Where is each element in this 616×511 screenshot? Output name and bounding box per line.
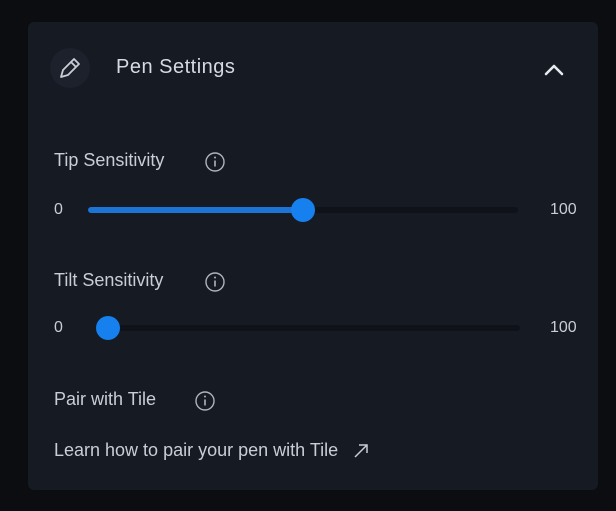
tilt-sensitivity-thumb[interactable]: [96, 316, 120, 340]
tilt-sensitivity-slider[interactable]: [96, 316, 520, 340]
tip-sensitivity-min: 0: [54, 201, 63, 218]
pen-icon: [50, 48, 90, 88]
pair-with-tile-label: Pair with Tile: [54, 389, 157, 409]
panel-title: Pen Settings: [116, 56, 236, 78]
tilt-sensitivity-info-icon[interactable]: [204, 271, 226, 293]
tip-sensitivity-fill: [88, 207, 303, 213]
tilt-sensitivity-label: Tilt Sensitivity: [54, 270, 164, 290]
chevron-up-icon: [544, 64, 564, 76]
tip-sensitivity-info-icon[interactable]: [204, 151, 226, 173]
tilt-sensitivity-max: 100: [550, 319, 577, 336]
collapse-button[interactable]: [536, 52, 572, 88]
tip-sensitivity-thumb[interactable]: [291, 198, 315, 222]
app-frame: Pen Settings Tip Sensitivity 0 100 Tilt …: [0, 0, 616, 511]
tip-sensitivity-max: 100: [550, 201, 577, 218]
external-link-icon: [354, 444, 368, 458]
tilt-sensitivity-min: 0: [54, 319, 63, 336]
pair-tile-link-text: Learn how to pair your pen with Tile: [54, 440, 339, 460]
tip-sensitivity-slider[interactable]: [88, 198, 518, 222]
pair-tile-link[interactable]: Learn how to pair your pen with Tile: [54, 440, 370, 461]
panel-header[interactable]: Pen Settings: [28, 22, 598, 116]
pair-info-icon[interactable]: [194, 390, 216, 412]
tip-sensitivity-label: Tip Sensitivity: [54, 150, 165, 170]
pen-settings-panel: Pen Settings Tip Sensitivity 0 100 Tilt …: [28, 22, 598, 490]
